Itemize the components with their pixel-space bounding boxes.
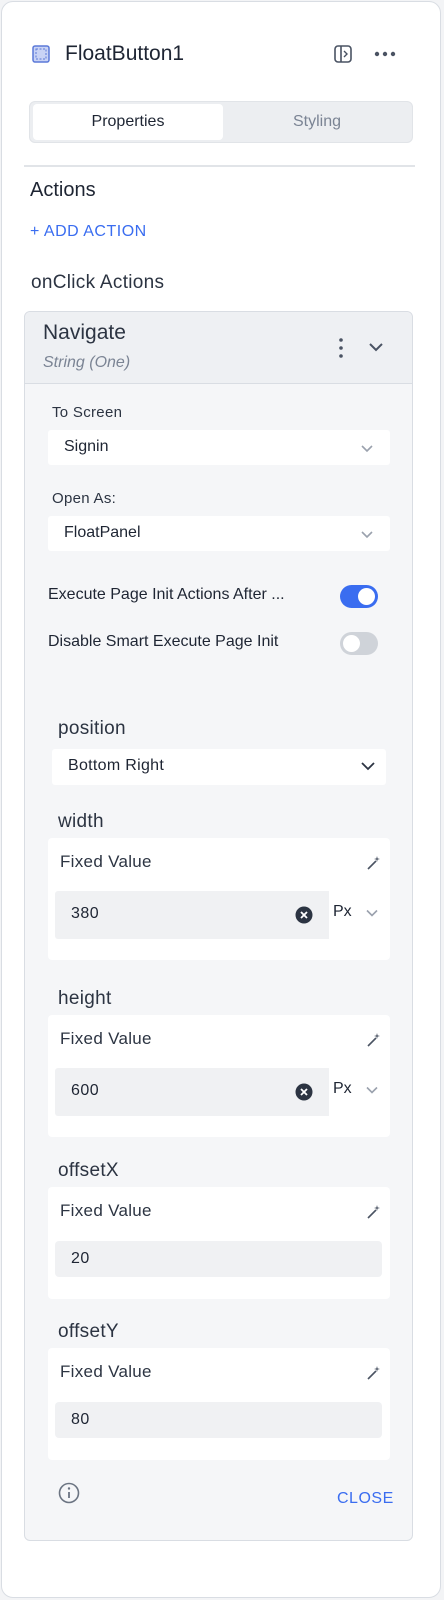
open-as-value: FloatPanel bbox=[64, 524, 141, 541]
disable-smart-execute-label: Disable Smart Execute Page Init bbox=[48, 633, 279, 650]
execute-page-init-label: Execute Page Init Actions After ... bbox=[48, 586, 285, 603]
more-horizontal-icon[interactable] bbox=[374, 46, 396, 62]
width-mode-label: Fixed Value bbox=[60, 852, 152, 871]
position-select[interactable]: Bottom Right bbox=[52, 749, 386, 785]
magic-wand-icon[interactable] bbox=[366, 1204, 382, 1220]
chevron-down-icon bbox=[361, 762, 375, 771]
header-divider bbox=[24, 165, 415, 167]
panel-header: FloatButton1 bbox=[2, 2, 440, 102]
clear-icon[interactable] bbox=[295, 1083, 313, 1101]
offsetx-label: offsetX bbox=[58, 1160, 119, 1181]
width-unit-select[interactable]: Px bbox=[333, 903, 352, 921]
float-button-component-icon bbox=[32, 45, 50, 63]
height-field: Fixed Value 600 Px bbox=[48, 1015, 390, 1137]
position-label: position bbox=[58, 718, 126, 739]
close-button[interactable]: CLOSE bbox=[337, 1490, 394, 1508]
onclick-actions-title: onClick Actions bbox=[31, 272, 165, 293]
offsety-value: 80 bbox=[71, 1411, 90, 1428]
toggle-knob bbox=[343, 635, 360, 652]
properties-panel: FloatButton1 Properties Styling Actions … bbox=[1, 1, 441, 1598]
disable-smart-execute-toggle[interactable] bbox=[340, 632, 378, 655]
offsetx-field: Fixed Value 20 bbox=[48, 1187, 390, 1299]
kebab-menu-icon[interactable] bbox=[334, 337, 348, 359]
collapse-chevron-icon[interactable] bbox=[367, 340, 385, 354]
magic-wand-icon[interactable] bbox=[366, 855, 382, 871]
height-label: height bbox=[58, 988, 112, 1009]
offsety-input[interactable]: 80 bbox=[55, 1402, 382, 1438]
magic-wand-icon[interactable] bbox=[366, 1032, 382, 1048]
action-subtitle: String (One) bbox=[43, 354, 131, 371]
action-title: Navigate bbox=[43, 321, 126, 344]
action-card-header[interactable]: Navigate String (One) bbox=[25, 312, 412, 384]
height-mode-label: Fixed Value bbox=[60, 1029, 152, 1048]
offsety-label: offsetY bbox=[58, 1321, 119, 1342]
to-screen-select[interactable]: Signin bbox=[48, 430, 390, 465]
panel-tabs: Properties Styling bbox=[29, 101, 413, 143]
toggle-knob bbox=[358, 588, 375, 605]
actions-section-title: Actions bbox=[30, 179, 96, 201]
chevron-down-icon[interactable] bbox=[366, 909, 378, 917]
info-icon[interactable] bbox=[58, 1482, 80, 1504]
offsety-mode-label: Fixed Value bbox=[60, 1362, 152, 1381]
offsetx-input[interactable]: 20 bbox=[55, 1241, 382, 1277]
magic-wand-icon[interactable] bbox=[366, 1365, 382, 1381]
navigate-action-card: Navigate String (One) To Screen Signin O… bbox=[24, 311, 413, 1541]
execute-page-init-toggle[interactable] bbox=[340, 585, 378, 608]
add-action-button[interactable]: + ADD ACTION bbox=[30, 223, 147, 241]
chevron-down-icon[interactable] bbox=[366, 1086, 378, 1094]
offsetx-mode-label: Fixed Value bbox=[60, 1201, 152, 1220]
open-as-select[interactable]: FloatPanel bbox=[48, 516, 390, 551]
offsetx-value: 20 bbox=[71, 1250, 90, 1267]
clear-icon[interactable] bbox=[295, 906, 313, 924]
width-label: width bbox=[58, 811, 104, 832]
width-value: 380 bbox=[71, 905, 100, 922]
height-value: 600 bbox=[71, 1082, 100, 1099]
split-view-icon[interactable] bbox=[333, 44, 353, 64]
height-unit-select[interactable]: Px bbox=[333, 1080, 352, 1098]
tab-properties[interactable]: Properties bbox=[33, 104, 223, 140]
width-field: Fixed Value 380 Px bbox=[48, 838, 390, 960]
width-input[interactable]: 380 bbox=[55, 891, 329, 939]
position-value: Bottom Right bbox=[68, 757, 165, 774]
component-title: FloatButton1 bbox=[65, 42, 185, 65]
to-screen-value: Signin bbox=[64, 438, 109, 455]
offsety-field: Fixed Value 80 bbox=[48, 1348, 390, 1460]
chevron-down-icon bbox=[361, 445, 373, 453]
height-input[interactable]: 600 bbox=[55, 1068, 329, 1116]
open-as-label: Open As: bbox=[52, 490, 117, 507]
to-screen-label: To Screen bbox=[52, 404, 123, 421]
tab-styling[interactable]: Styling bbox=[223, 104, 411, 140]
chevron-down-icon bbox=[361, 531, 373, 539]
